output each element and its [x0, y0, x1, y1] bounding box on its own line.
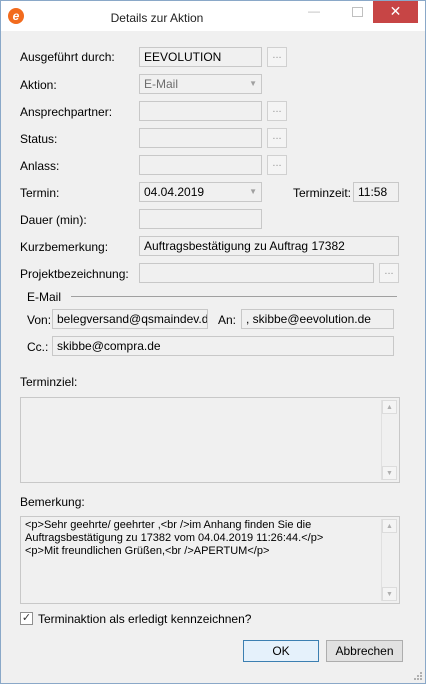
- ok-button[interactable]: OK: [243, 640, 319, 662]
- resize-grip-icon[interactable]: [413, 671, 423, 681]
- appointment-goal-textarea[interactable]: ▲ ▼: [20, 397, 400, 483]
- email-group-divider: [71, 296, 397, 297]
- cc-field[interactable]: skibbe@compra.de: [52, 336, 394, 356]
- minimize-button[interactable]: —: [300, 1, 328, 23]
- short-note-field[interactable]: Auftragsbestätigung zu Auftrag 17382: [139, 236, 399, 256]
- to-label: An:: [218, 313, 237, 327]
- action-label: Aktion:: [20, 78, 57, 92]
- short-note-label: Kurzbemerkung:: [20, 240, 109, 254]
- contact-person-browse-button[interactable]: ...: [267, 101, 287, 121]
- executed-by-label: Ausgeführt durch:: [20, 50, 115, 64]
- chevron-down-icon: ▼: [249, 79, 257, 88]
- from-field[interactable]: belegversand@qsmaindev.de: [52, 309, 208, 329]
- title-bar[interactable]: e Details zur Aktion — ✕: [1, 1, 425, 31]
- from-label: Von:: [27, 313, 52, 327]
- maximize-icon: [351, 7, 363, 17]
- remark-text: <p>Sehr geehrte/ geehrter ,<br />im Anha…: [25, 519, 324, 557]
- occasion-browse-button[interactable]: ...: [267, 155, 287, 175]
- time-field[interactable]: 11:58: [353, 182, 399, 202]
- appointment-goal-scrollbar[interactable]: ▲ ▼: [381, 400, 397, 480]
- done-checkbox[interactable]: ✓: [20, 612, 33, 625]
- project-label: Projektbezeichnung:: [20, 267, 129, 281]
- status-browse-button[interactable]: ...: [267, 128, 287, 148]
- remark-label: Bemerkung:: [20, 495, 85, 509]
- date-label: Termin:: [20, 186, 60, 200]
- time-label: Terminzeit:: [293, 186, 352, 200]
- scroll-up-icon[interactable]: ▲: [382, 519, 397, 533]
- chevron-down-icon: ▼: [249, 187, 257, 196]
- dialog-window: e Details zur Aktion — ✕ Ausgeführt durc…: [0, 0, 426, 684]
- email-group-label: E-Mail: [27, 290, 62, 304]
- scroll-down-icon[interactable]: ▼: [382, 587, 397, 601]
- scroll-up-icon[interactable]: ▲: [382, 400, 397, 414]
- contact-person-field[interactable]: [139, 101, 262, 121]
- date-value: 04.04.2019: [144, 185, 205, 199]
- status-label: Status:: [20, 132, 58, 146]
- status-field[interactable]: [139, 128, 262, 148]
- duration-label: Dauer (min):: [20, 213, 87, 227]
- date-picker[interactable]: 04.04.2019 ▼: [139, 182, 262, 202]
- executed-by-field[interactable]: EEVOLUTION: [139, 47, 262, 67]
- remark-scrollbar[interactable]: ▲ ▼: [381, 519, 397, 601]
- close-button[interactable]: ✕: [373, 1, 418, 23]
- to-field[interactable]: , skibbe@eevolution.de: [241, 309, 394, 329]
- duration-field[interactable]: [139, 209, 262, 229]
- occasion-field[interactable]: [139, 155, 262, 175]
- action-dropdown[interactable]: E-Mail ▼: [139, 74, 262, 94]
- done-checkbox-label[interactable]: Terminaktion als erledigt kennzeichnen?: [38, 612, 251, 626]
- project-browse-button[interactable]: ...: [379, 263, 399, 283]
- action-value: E-Mail: [144, 77, 179, 91]
- executed-by-browse-button[interactable]: ...: [267, 47, 287, 67]
- project-field[interactable]: [139, 263, 374, 283]
- window-title: Details zur Aktion: [110, 11, 204, 25]
- maximize-button[interactable]: [343, 1, 371, 23]
- contact-person-label: Ansprechpartner:: [20, 105, 113, 119]
- cc-label: Cc.:: [27, 340, 49, 354]
- remark-textarea[interactable]: <p>Sehr geehrte/ geehrter ,<br />im Anha…: [20, 516, 400, 604]
- cancel-button[interactable]: Abbrechen: [326, 640, 403, 662]
- scroll-down-icon[interactable]: ▼: [382, 466, 397, 480]
- appointment-goal-label: Terminziel:: [20, 375, 78, 389]
- occasion-label: Anlass:: [20, 159, 60, 173]
